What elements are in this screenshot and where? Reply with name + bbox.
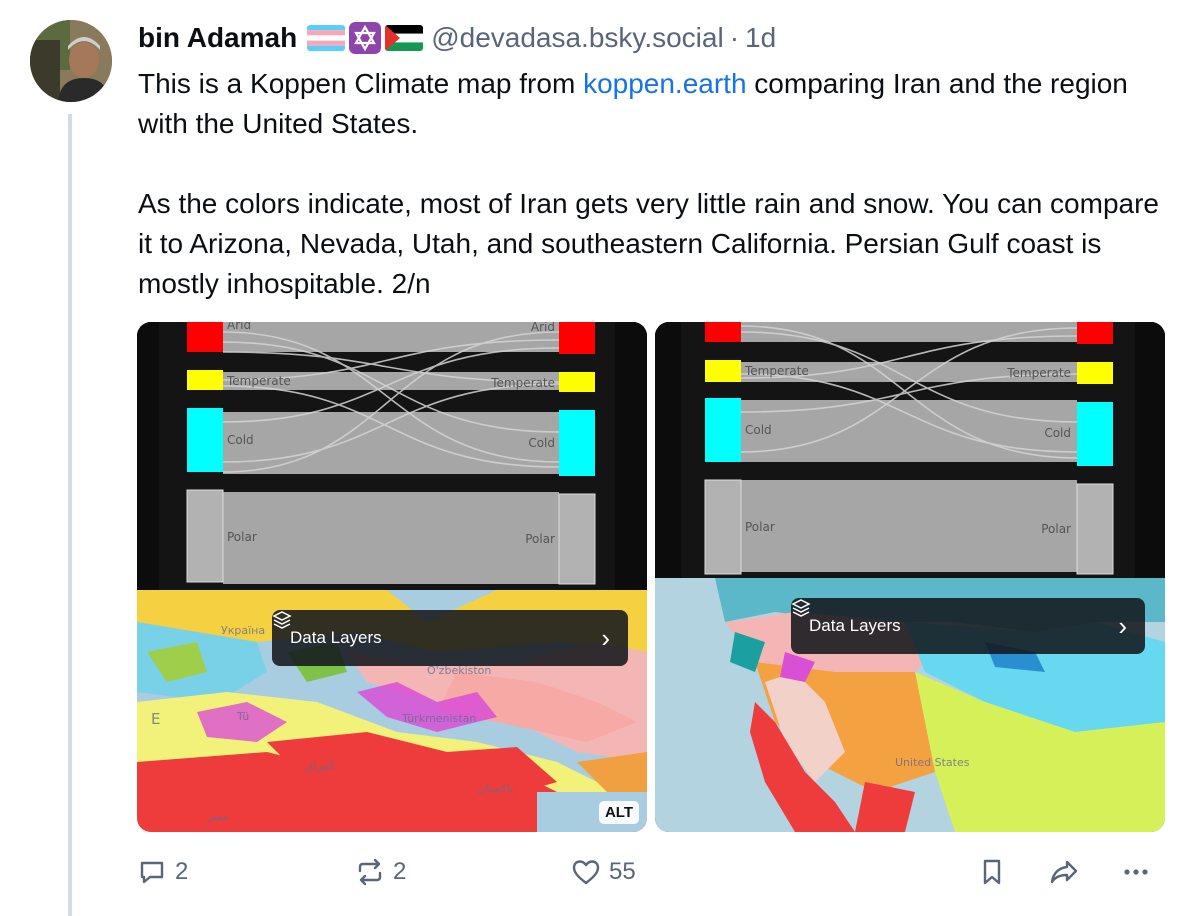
label-temperate-right: Temperate bbox=[490, 376, 555, 390]
author-name[interactable]: bin Adamah bbox=[138, 22, 297, 54]
label-cold-left: Cold bbox=[227, 433, 254, 447]
avatar[interactable] bbox=[30, 20, 112, 102]
post-actions: 2 2 55 bbox=[137, 852, 1177, 892]
thread-line bbox=[68, 114, 72, 916]
label-polar-right: Polar bbox=[525, 532, 555, 546]
image-united-states[interactable]: Temperate Temperate Cold Cold Polar Pola… bbox=[655, 322, 1165, 832]
label-arid-left: Arid bbox=[227, 322, 251, 332]
palestine-flag-icon bbox=[385, 25, 424, 51]
label-temperate-left: Temperate bbox=[226, 374, 291, 388]
label-temperate-left: Temperate bbox=[744, 364, 809, 378]
image-iran[interactable]: Arid Arid Temperate Temperate Cold Cold … bbox=[137, 322, 647, 832]
separator: · bbox=[729, 22, 740, 53]
like-icon bbox=[572, 860, 600, 885]
repost-icon bbox=[358, 858, 382, 886]
chevron-right-icon: › bbox=[1118, 610, 1127, 641]
label-polar-right: Polar bbox=[1041, 522, 1071, 536]
map-label-iraq: العراق bbox=[305, 760, 334, 773]
bookmark-icon bbox=[983, 859, 1001, 885]
post-text: This is a Koppen Climate map from koppen… bbox=[138, 64, 1178, 304]
star-of-david-icon bbox=[349, 22, 382, 54]
layers-icon bbox=[272, 611, 292, 629]
post-time[interactable]: 1d bbox=[745, 22, 776, 54]
like-count: 55 bbox=[609, 858, 636, 885]
more-icon bbox=[1124, 869, 1148, 875]
reply-button[interactable]: 2 bbox=[137, 852, 188, 892]
reply-icon bbox=[140, 861, 164, 884]
data-layers-label: Data Layers bbox=[290, 628, 382, 647]
repost-button[interactable]: 2 bbox=[355, 852, 406, 892]
map-label-pakistan: پاکستان bbox=[477, 782, 513, 795]
map-label-united-states: United States bbox=[895, 756, 970, 769]
map-label-turkmenistan: Türkmenistan bbox=[401, 712, 476, 725]
reply-count: 2 bbox=[175, 858, 189, 885]
label-polar-left: Polar bbox=[227, 530, 257, 544]
bookmark-button[interactable] bbox=[977, 852, 1007, 892]
share-button[interactable] bbox=[1049, 852, 1079, 892]
data-layers-button-left[interactable]: Data Layers › bbox=[272, 610, 628, 666]
more-options-button[interactable] bbox=[1121, 852, 1151, 892]
chevron-right-icon: › bbox=[601, 622, 610, 653]
label-polar-left: Polar bbox=[745, 520, 775, 534]
trans-flag-icon bbox=[307, 25, 346, 51]
share-icon bbox=[1050, 860, 1078, 884]
label-arid-right: Arid bbox=[531, 322, 555, 334]
sankey-map-image-right: Temperate Temperate Cold Cold Polar Pola… bbox=[655, 322, 1165, 832]
label-cold-left: Cold bbox=[745, 423, 772, 437]
map-label-edge: E bbox=[151, 710, 160, 728]
like-button[interactable]: 55 bbox=[571, 852, 636, 892]
layers-icon bbox=[791, 599, 811, 617]
paragraph-1: This is a Koppen Climate map from koppen… bbox=[138, 68, 1128, 139]
label-cold-right: Cold bbox=[1044, 426, 1071, 440]
author-handle[interactable]: @devadasa.bsky.social bbox=[431, 22, 724, 54]
map-label-egypt: مصر bbox=[206, 810, 229, 823]
name-emojis bbox=[307, 22, 424, 54]
koppen-link[interactable]: koppen.earth bbox=[583, 68, 746, 99]
repost-count: 2 bbox=[393, 858, 407, 885]
label-cold-right: Cold bbox=[528, 436, 555, 450]
post-header: bin Adamah @devadasa.bsky.social · 1d bbox=[138, 18, 776, 58]
map-label-ukraine: Україна bbox=[221, 624, 265, 637]
paragraph-2: As the colors indicate, most of Iran get… bbox=[138, 188, 1159, 299]
map-label-turkey: Tü bbox=[236, 710, 249, 723]
label-temperate-right: Temperate bbox=[1006, 366, 1071, 380]
data-layers-label: Data Layers bbox=[809, 616, 901, 635]
data-layers-button-right[interactable]: Data Layers › bbox=[791, 598, 1145, 654]
sankey-map-image-left: Arid Arid Temperate Temperate Cold Cold … bbox=[137, 322, 647, 832]
alt-badge[interactable]: ALT bbox=[598, 801, 639, 824]
